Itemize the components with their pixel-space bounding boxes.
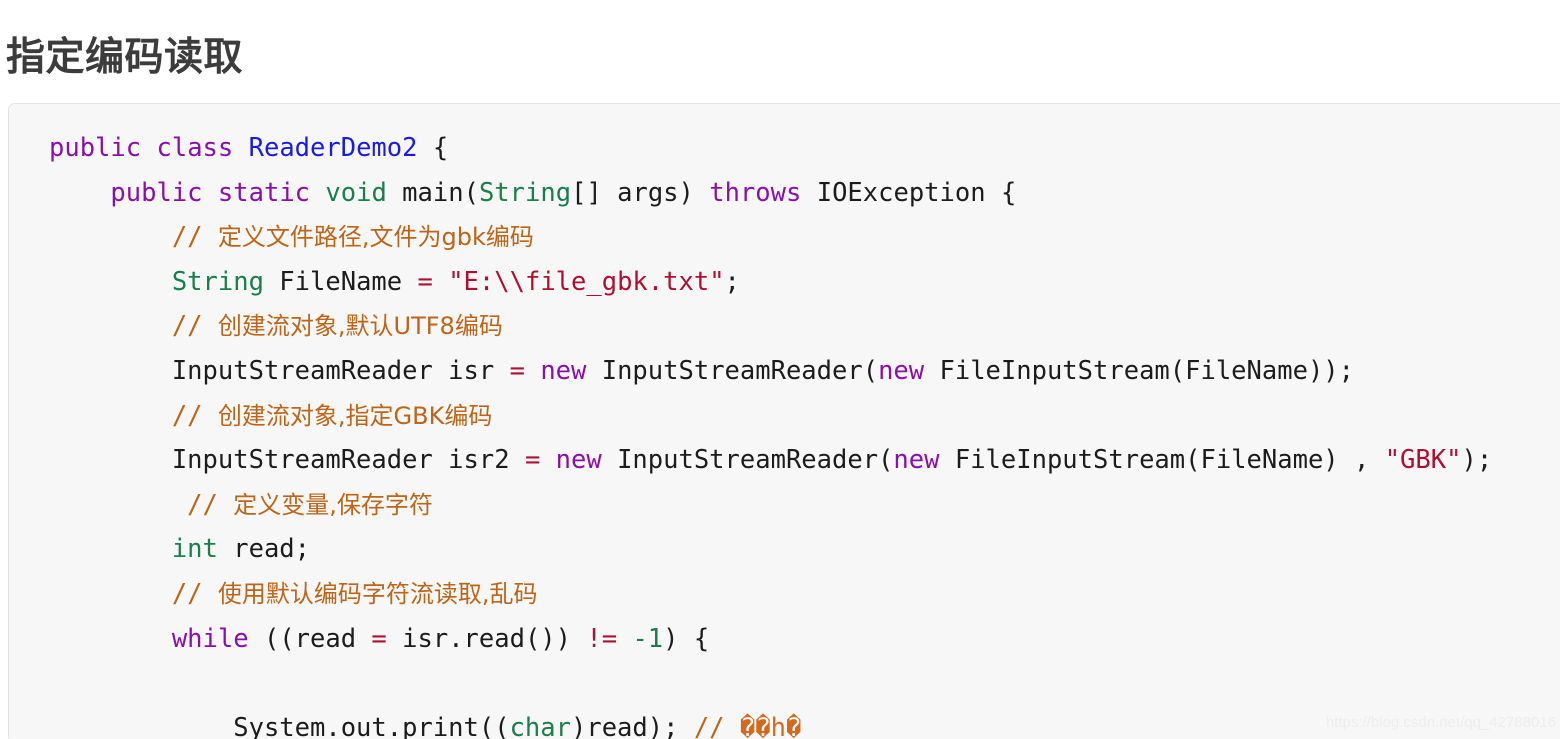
code-token-kw: static [217, 177, 311, 208]
code-token-kw: new [555, 445, 602, 476]
code-line: // 创建流对象,指定GBK编码 [9, 394, 1560, 439]
code-token-plain: InputStreamReader( [586, 355, 879, 386]
code-token-plain: { [417, 133, 449, 163]
code-token-op: = [371, 623, 387, 654]
code-token-plain: System.out.print(( [233, 712, 510, 739]
code-token-str: "GBK" [1384, 445, 1462, 476]
code-line: // 定义变量,保存字符 [9, 483, 1560, 528]
code-line: // 创建流对象,默认UTF8编码 [9, 304, 1560, 349]
code-token-num: -1 [632, 623, 664, 654]
code-token-op: = [509, 355, 525, 386]
code-line: // 使用默认编码字符流读取,乱码 [9, 572, 1560, 617]
code-token-cmt: 定义变量,保存字符 [233, 490, 433, 519]
code-token-plain: ); [1461, 445, 1493, 476]
code-token-bad: ��h� [739, 712, 802, 739]
code-token-kw: new [878, 355, 925, 386]
code-token-type: int [171, 534, 218, 565]
code-token-plain: InputStreamReader isr2 [171, 445, 525, 476]
code-token-plain: ; [724, 266, 740, 297]
code-token-kw: public [49, 133, 142, 163]
code-token-op: = [417, 266, 433, 297]
code-line: while ((read = isr.read()) != -1) { [9, 617, 1560, 662]
code-token-kw: public [110, 177, 203, 208]
code-token-cmt: // [171, 578, 218, 609]
code-token-plain: FileInputStream(FileName)); [924, 355, 1355, 386]
code-line: public class ReaderDemo2 { [9, 126, 1560, 171]
code-line: String FileName = "E:\\file_gbk.txt"; [9, 260, 1560, 305]
code-token-kw: new [893, 445, 940, 476]
code-line: public static void main(String[] args) t… [9, 171, 1560, 216]
code-token-plain: InputStreamReader( [601, 445, 894, 476]
code-token-kw: while [171, 623, 249, 654]
code-token-plain: [] args) [571, 177, 710, 208]
code-token-cmt: // [171, 489, 234, 520]
code-token-op: != [586, 623, 618, 654]
code-token-str: "E:\\file_gbk.txt" [448, 266, 725, 297]
code-line: // 定义文件路径,文件为gbk编码 [9, 215, 1560, 260]
code-token-cmt: // [693, 712, 740, 739]
code-token-kw: new [540, 355, 587, 386]
code-token-plain: FileInputStream(FileName) , [939, 445, 1385, 476]
code-line: int read; [9, 527, 1560, 572]
code-token-cls: ReaderDemo2 [248, 133, 418, 163]
code-line: InputStreamReader isr2 = new InputStream… [9, 438, 1560, 483]
page-root: 指定编码读取 public class ReaderDemo2 { public… [0, 0, 1560, 739]
code-token-cmt: 定义文件路径,文件为gbk编码 [217, 223, 534, 252]
page-title: 指定编码读取 [6, 36, 244, 80]
code-token-kw: throws [709, 177, 802, 208]
code-token-plain: FileName [263, 266, 418, 297]
code-content[interactable]: public class ReaderDemo2 { public static… [9, 104, 1560, 739]
code-token-type: String [478, 177, 572, 208]
code-token-type: void [325, 177, 387, 208]
code-line: InputStreamReader isr = new InputStreamR… [9, 349, 1560, 394]
code-block: public class ReaderDemo2 { public static… [8, 103, 1560, 739]
code-token-plain: )read); [571, 712, 694, 739]
code-token-op: = [524, 445, 541, 476]
code-token-kw: class [156, 133, 234, 163]
code-token-plain: isr.read()) [386, 623, 587, 654]
code-token-plain: IOException { [801, 177, 1017, 208]
code-token-type: char [509, 712, 571, 739]
code-token-cmt: 使用默认编码字符流读取,乱码 [217, 579, 538, 608]
code-token-cmt: // [171, 311, 218, 342]
watermark: https://blog.csdn.net/qq_42788016 [1325, 714, 1556, 731]
code-token-plain: read; [217, 534, 311, 565]
code-token-cmt: // [171, 222, 218, 253]
code-token-type: String [171, 266, 264, 297]
code-token-plain: ((read [248, 623, 372, 654]
code-token-plain: main( [386, 177, 479, 208]
code-token-cmt: 创建流对象,指定GBK编码 [217, 401, 493, 430]
code-token-plain: ) { [663, 623, 710, 654]
code-token-cmt: // [171, 400, 218, 431]
code-token-cmt: 创建流对象,默认UTF8编码 [217, 312, 503, 341]
code-token-plain: InputStreamReader isr [171, 355, 510, 386]
